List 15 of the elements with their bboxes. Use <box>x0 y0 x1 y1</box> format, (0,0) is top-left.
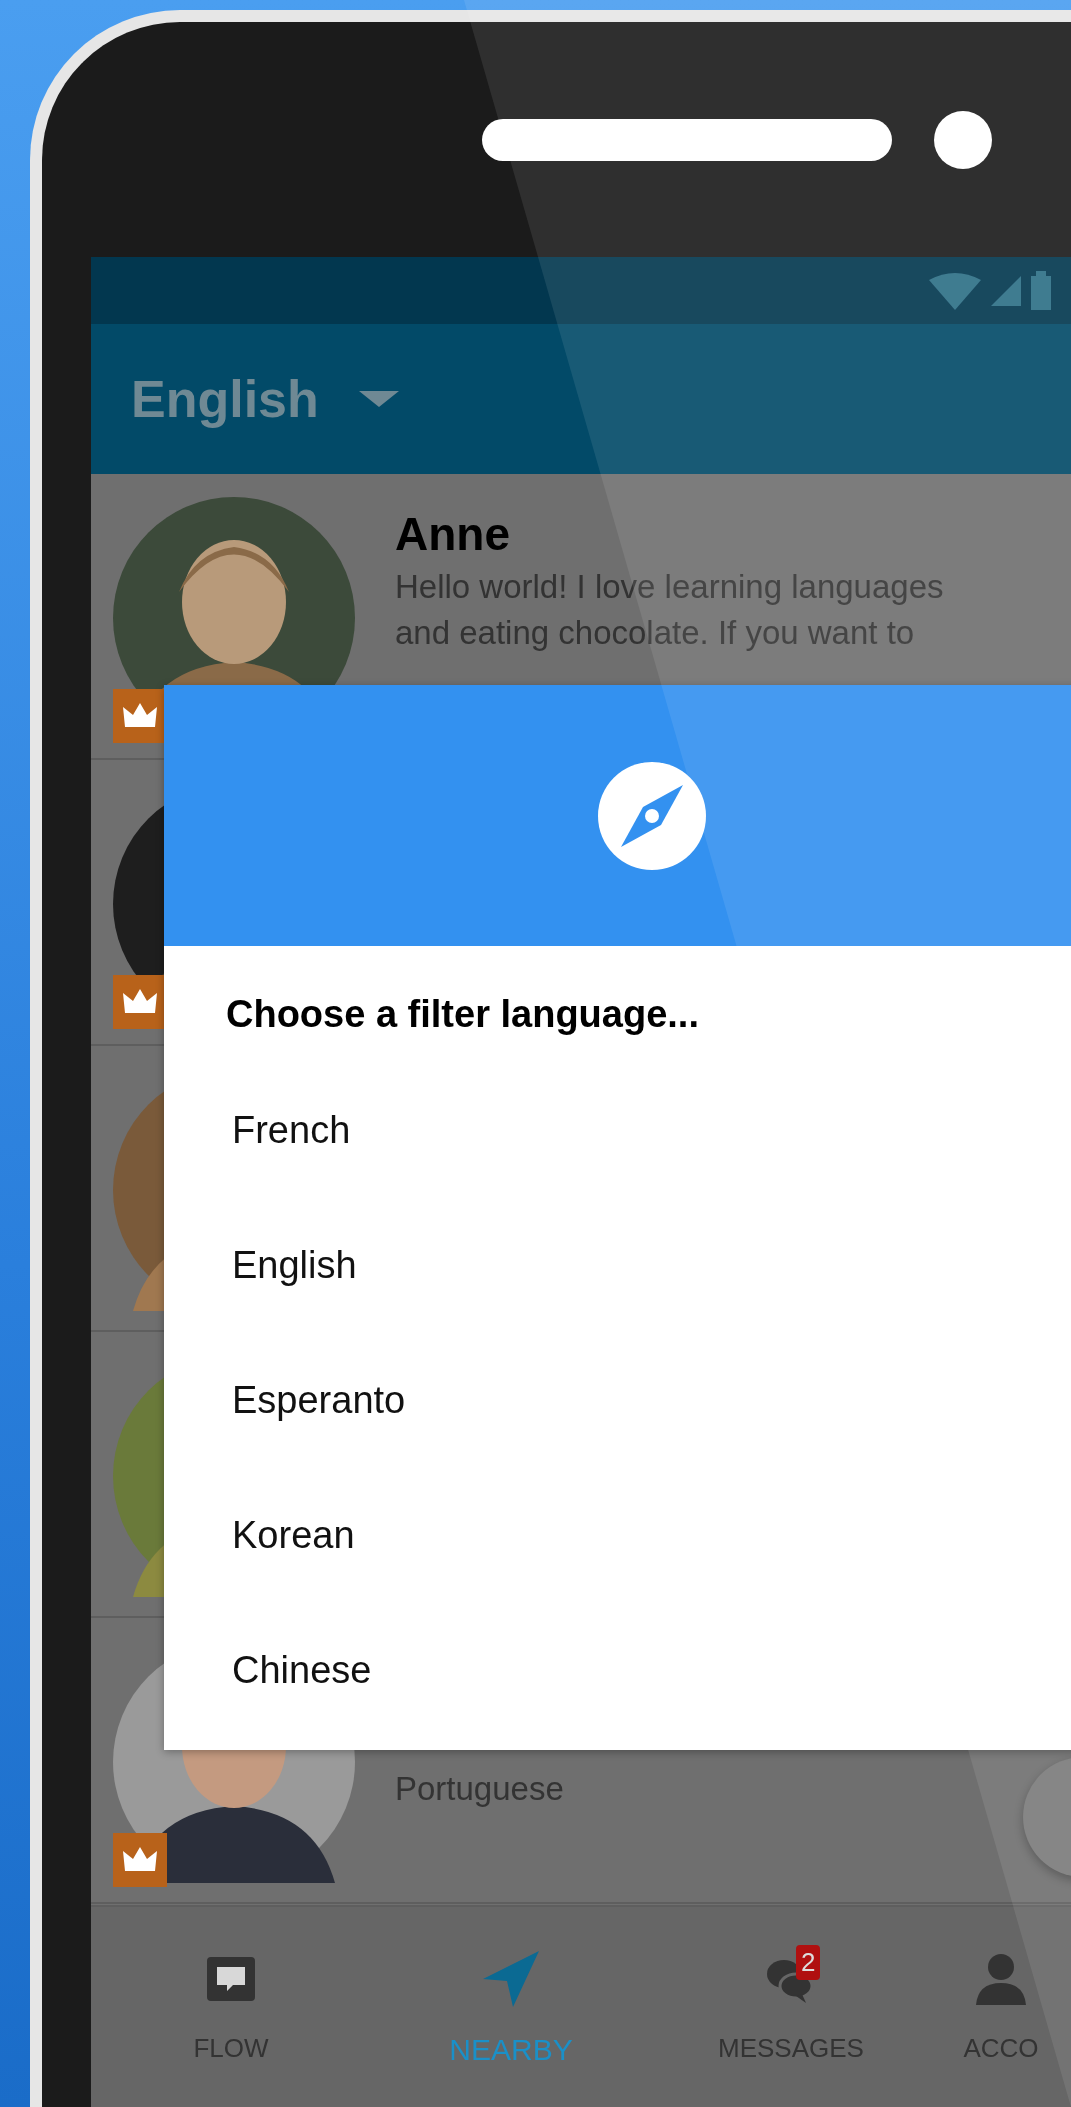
navigation-arrow-icon <box>481 1949 541 2009</box>
signal-icon <box>991 275 1021 306</box>
language-option[interactable]: English <box>226 1235 1071 1370</box>
language-option[interactable]: Korean <box>226 1505 1071 1640</box>
wifi-icon <box>929 271 981 310</box>
person-icon <box>976 1953 1026 2005</box>
dialog-title: Choose a filter language... <box>226 992 700 1037</box>
caret-icon <box>358 389 399 409</box>
battery-icon <box>1031 271 1051 310</box>
language-option[interactable]: Esperanto <box>226 1370 1071 1505</box>
user-name: Anne <box>395 507 511 562</box>
language-option[interactable]: French <box>226 1100 1071 1235</box>
notification-badge: 2 <box>796 1945 821 1980</box>
compass-icon <box>597 760 707 871</box>
camera-lens <box>934 110 992 169</box>
